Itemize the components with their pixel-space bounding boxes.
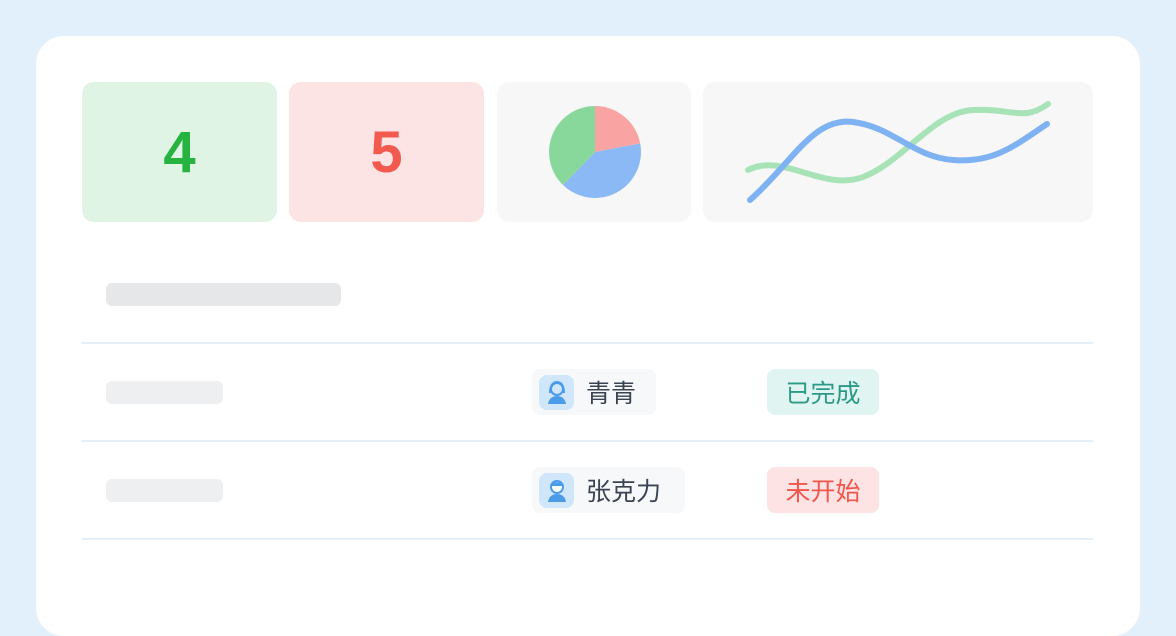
assignee-chip[interactable]: 青青 — [532, 369, 656, 415]
not-started-count-tile: 5 — [289, 82, 484, 222]
pie-chart-tile — [497, 82, 691, 222]
completed-count-tile: 4 — [82, 82, 277, 222]
not-started-count: 5 — [370, 119, 403, 185]
assignee-name: 青青 — [586, 379, 637, 408]
table-divider — [82, 538, 1093, 540]
line-chart-icon — [745, 101, 1051, 203]
status-badge-not-started: 未开始 — [767, 467, 879, 513]
task-name-placeholder — [106, 381, 223, 404]
line-chart-tile — [703, 82, 1093, 222]
assignee-name: 张克力 — [586, 477, 662, 506]
assignee-chip[interactable]: 张克力 — [532, 467, 685, 513]
pie-chart-icon — [549, 106, 641, 198]
task-overview-card: 4 5 青青 已完成 张克力 未开始 — [36, 36, 1140, 636]
task-name-placeholder — [106, 479, 223, 502]
female-user-icon — [539, 374, 574, 410]
table-divider — [82, 440, 1093, 442]
status-badge-done: 已完成 — [767, 369, 879, 415]
table-divider — [82, 342, 1093, 344]
section-title-placeholder — [106, 283, 341, 306]
male-user-icon — [539, 472, 574, 508]
completed-count: 4 — [163, 119, 196, 185]
line-series-blue — [747, 118, 1050, 203]
